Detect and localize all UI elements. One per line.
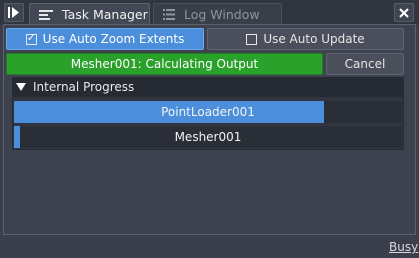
tab-log-window-label: Log Window xyxy=(184,7,260,22)
play-icon xyxy=(8,7,19,18)
close-icon xyxy=(399,7,409,18)
progress-label: Mesher001 xyxy=(174,130,242,144)
checkbox-checked-icon[interactable]: ✓ xyxy=(25,33,37,45)
collapse-triangle-icon[interactable] xyxy=(16,83,26,91)
progress-bar-mesher: Mesher001 xyxy=(14,126,402,148)
progress-bar-pointloader: PointLoader001 xyxy=(14,101,402,123)
cancel-button[interactable]: Cancel xyxy=(326,53,404,75)
list-icon xyxy=(39,9,53,20)
close-button[interactable] xyxy=(394,3,414,22)
run-button[interactable] xyxy=(4,3,24,22)
log-list-icon xyxy=(163,9,175,20)
auto-update-label: Use Auto Update xyxy=(263,32,365,46)
status-bar: Mesher001: Calculating Output xyxy=(6,53,323,75)
status-label: Mesher001: Calculating Output xyxy=(70,57,259,71)
cancel-label: Cancel xyxy=(344,57,386,71)
tab-log-window[interactable]: Log Window xyxy=(153,3,282,25)
internal-progress-header[interactable]: Internal Progress xyxy=(12,77,404,97)
tab-task-manager-label: Task Manager xyxy=(62,7,148,22)
auto-zoom-label: Use Auto Zoom Extents xyxy=(42,32,185,46)
progress-label: PointLoader001 xyxy=(161,105,255,119)
checkbox-unchecked-icon[interactable] xyxy=(246,33,258,45)
busy-link[interactable]: Busy xyxy=(389,240,418,254)
auto-zoom-toggle[interactable]: ✓ Use Auto Zoom Extents xyxy=(6,28,204,50)
internal-progress-title: Internal Progress xyxy=(33,80,135,94)
tab-task-manager[interactable]: Task Manager xyxy=(29,3,150,25)
auto-update-toggle[interactable]: Use Auto Update xyxy=(207,28,404,50)
